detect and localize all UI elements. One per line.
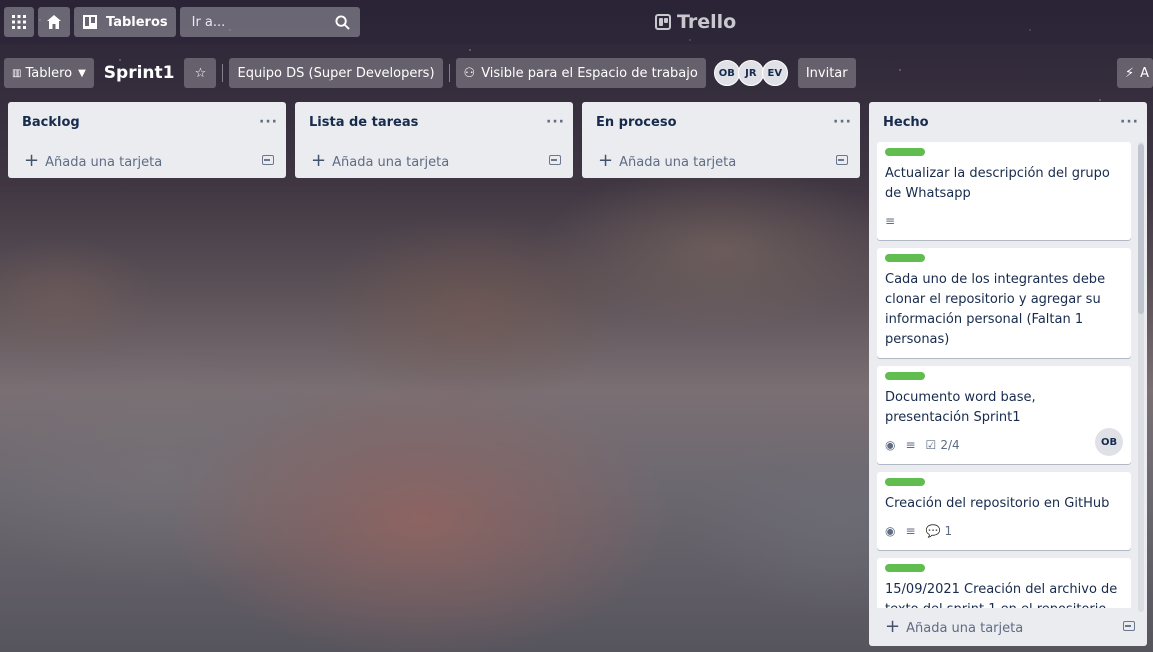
add-card-button[interactable]: + Añada una tarjeta — [582, 142, 860, 178]
list-menu-icon[interactable]: ··· — [259, 114, 278, 130]
description-icon: ≡ — [885, 214, 896, 228]
star-icon: ☆ — [194, 65, 207, 81]
list-title[interactable]: Lista de tareas — [309, 115, 418, 130]
card-label-green — [885, 564, 925, 572]
automation-label: A — [1140, 65, 1149, 81]
card-template-icon[interactable] — [836, 155, 848, 165]
checklist-count: 2/4 — [940, 438, 960, 452]
list-tareas: Lista de tareas ··· + Añada una tarjeta — [295, 102, 573, 178]
people-icon: ⚇ — [463, 65, 476, 81]
avatar[interactable]: EV — [761, 60, 788, 86]
invite-button[interactable]: Invitar — [797, 58, 856, 88]
card-title: Cada uno de los integrantes debe clonar … — [885, 272, 1106, 347]
card-member-avatar[interactable]: OB — [1095, 428, 1123, 456]
add-card-button[interactable]: + Añada una tarjeta — [8, 142, 286, 178]
visibility-label: Visible para el Espacio de trabajo — [481, 65, 698, 81]
boards-button[interactable]: Tableros — [74, 7, 176, 37]
logo-text: Trello — [677, 11, 737, 33]
list-title[interactable]: En proceso — [596, 115, 677, 130]
card-title: Creación del repositorio en GitHub — [885, 496, 1110, 511]
checklist-icon: ☑ — [925, 438, 937, 452]
comment-count: 1 — [944, 524, 953, 538]
watch-icon: ◉ — [885, 438, 896, 452]
card-title: 15/09/2021 Creación del archivo de texto… — [885, 582, 1118, 608]
list-menu-icon[interactable]: ··· — [833, 114, 852, 130]
divider — [222, 64, 224, 82]
boards-icon — [83, 15, 97, 29]
top-header: Tableros Trello — [0, 0, 1153, 44]
card-label-green — [885, 148, 925, 156]
card[interactable]: Cada uno de los integrantes debe clonar … — [877, 248, 1131, 358]
card[interactable]: Actualizar la descripción del grupo de W… — [877, 142, 1131, 240]
watch-icon: ◉ — [885, 524, 896, 538]
card-template-icon[interactable] — [1123, 621, 1135, 631]
trello-logo-icon — [655, 14, 671, 30]
card-label-green — [885, 478, 925, 486]
avatar[interactable]: JR — [737, 60, 764, 86]
home-icon — [47, 15, 61, 29]
add-card-label: Añada una tarjeta — [332, 154, 450, 170]
description-icon: ≡ — [905, 524, 916, 538]
search-box[interactable] — [179, 7, 360, 37]
checklist-badge: ☑ 2/4 — [926, 438, 960, 452]
search-input[interactable] — [189, 13, 314, 31]
automation-button[interactable]: ⚡ A — [1116, 58, 1153, 88]
board-header: ▥ Tablero ▼ Sprint1 ☆ Equipo DS (Super D… — [0, 53, 1153, 93]
add-card-label: Añada una tarjeta — [906, 620, 1024, 636]
board-members: OB JR EV — [713, 60, 788, 86]
card[interactable]: Documento word base, presentación Sprint… — [877, 366, 1131, 464]
avatar[interactable]: OB — [713, 60, 740, 86]
list-backlog: Backlog ··· + Añada una tarjeta — [8, 102, 286, 178]
plus-icon: + — [885, 615, 901, 637]
list-title[interactable]: Backlog — [22, 115, 80, 130]
boards-label: Tableros — [106, 14, 168, 30]
board-view-label: Tablero — [25, 65, 73, 81]
card-label-green — [885, 254, 925, 262]
board-view-icon: ▥ — [12, 67, 22, 79]
card-label-green — [885, 372, 925, 380]
comment-icon: 💬 — [925, 524, 941, 538]
workspace-button[interactable]: Equipo DS (Super Developers) — [229, 58, 443, 88]
apps-grid-icon[interactable] — [4, 7, 34, 37]
list-title[interactable]: Hecho — [883, 115, 929, 130]
star-button[interactable]: ☆ — [184, 58, 217, 88]
list-menu-icon[interactable]: ··· — [546, 114, 565, 130]
comments-badge: 💬 1 — [926, 524, 953, 538]
card-template-icon[interactable] — [262, 155, 274, 165]
list-menu-icon[interactable]: ··· — [1120, 114, 1139, 130]
visibility-button[interactable]: ⚇ Visible para el Espacio de trabajo — [455, 58, 706, 88]
plus-icon: + — [311, 149, 327, 171]
card[interactable]: 15/09/2021 Creación del archivo de texto… — [877, 558, 1131, 608]
description-icon: ≡ — [905, 438, 916, 452]
search-icon[interactable] — [335, 14, 350, 30]
add-card-label: Añada una tarjeta — [619, 154, 737, 170]
divider — [448, 64, 450, 82]
chevron-down-icon: ▼ — [78, 67, 86, 79]
board-title[interactable]: Sprint1 — [94, 58, 185, 88]
add-card-button[interactable]: + Añada una tarjeta — [295, 142, 573, 178]
plus-icon: + — [24, 149, 40, 171]
plus-icon: + — [598, 149, 614, 171]
lightning-icon: ⚡ — [1124, 65, 1135, 81]
add-card-button[interactable]: + Añada una tarjeta — [869, 608, 1147, 644]
add-card-label: Añada una tarjeta — [45, 154, 163, 170]
home-button[interactable] — [38, 7, 70, 37]
card[interactable]: Creación del repositorio en GitHub ◉ ≡ 💬… — [877, 472, 1131, 550]
board-view-switcher[interactable]: ▥ Tablero ▼ — [4, 58, 94, 88]
card-template-icon[interactable] — [549, 155, 561, 165]
card-title: Actualizar la descripción del grupo de W… — [885, 166, 1110, 201]
list-en-proceso: En proceso ··· + Añada una tarjeta — [582, 102, 860, 178]
list-hecho: Hecho ··· Actualizar la descripción del … — [869, 102, 1147, 646]
trello-logo[interactable]: Trello — [655, 11, 736, 33]
card-title: Documento word base, presentación Sprint… — [885, 390, 1036, 425]
card-container: Actualizar la descripción del grupo de W… — [869, 142, 1147, 608]
